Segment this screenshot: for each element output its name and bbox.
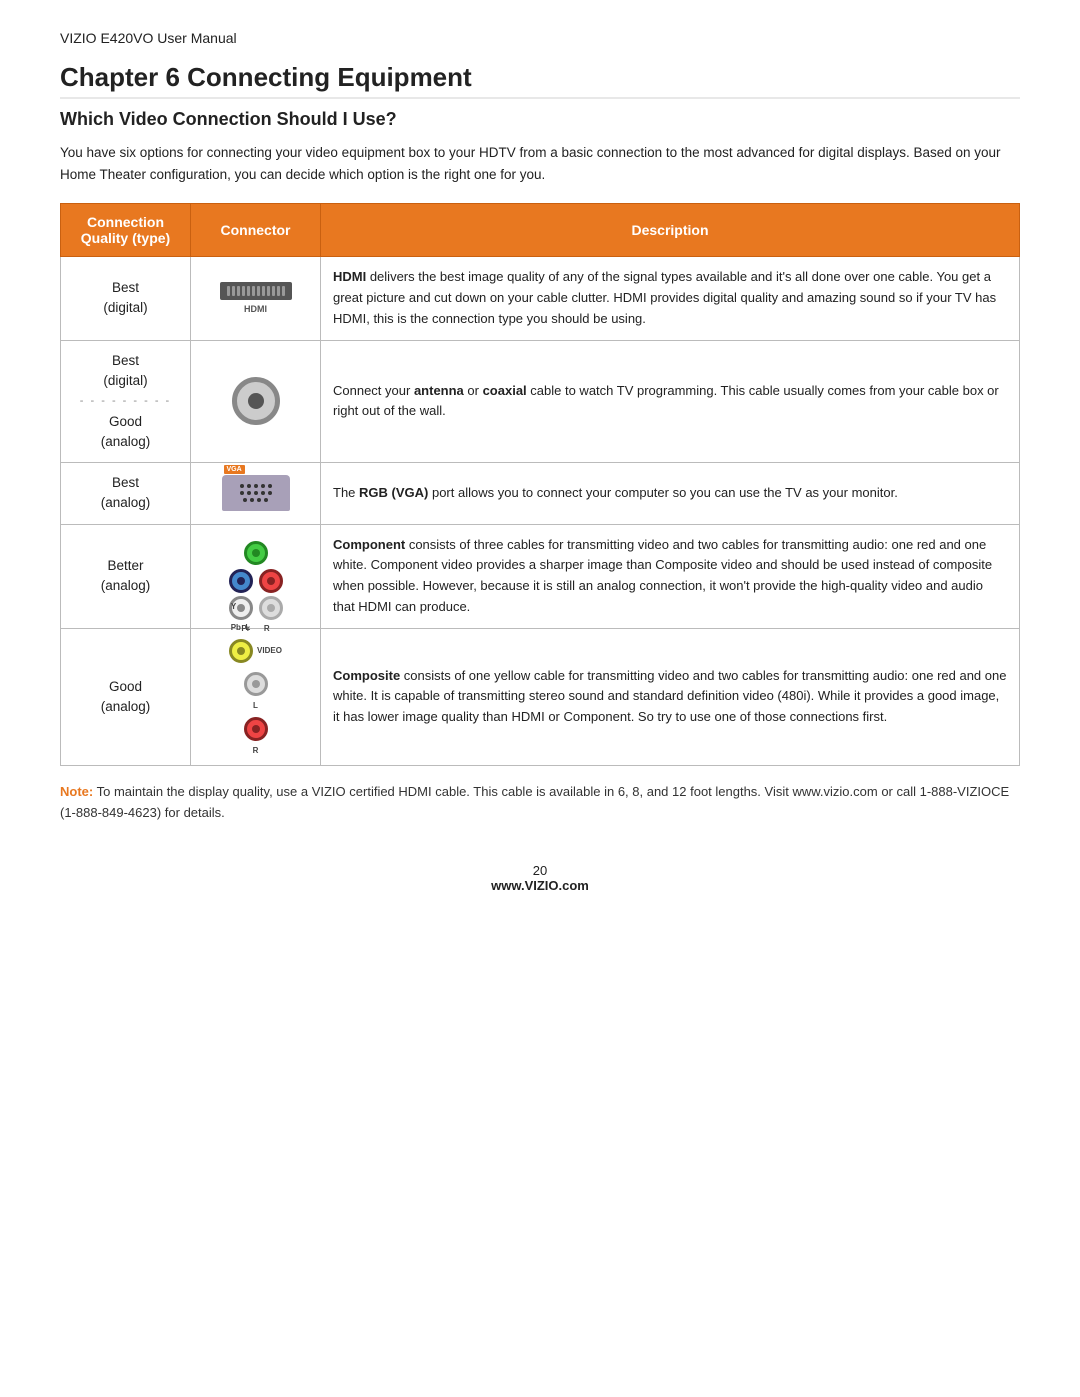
quality-composite: Good(analog) — [61, 628, 191, 765]
note: Note: To maintain the display quality, u… — [60, 782, 1020, 824]
description-hdmi: HDMI delivers the best image quality of … — [321, 257, 1020, 340]
chapter-title: Chapter 6 Connecting Equipment — [60, 62, 1020, 99]
intro-text: You have six options for connecting your… — [60, 142, 1020, 185]
description-vga: The RGB (VGA) port allows you to connect… — [321, 463, 1020, 525]
header-description: Description — [321, 204, 1020, 257]
description-composite: Composite consists of one yellow cable f… — [321, 628, 1020, 765]
connector-hdmi: HDMI — [191, 257, 321, 340]
connector-composite: VIDEO L R — [191, 628, 321, 765]
quality-vga: Best(analog) — [61, 463, 191, 525]
description-coaxial: Connect your antenna or coaxial cable to… — [321, 340, 1020, 463]
page-footer: 20 www.VIZIO.com — [60, 863, 1020, 893]
connector-component: Pr R Pb L Y — [191, 524, 321, 628]
note-label: Note: — [60, 784, 93, 799]
table-row: Good(analog) VIDEO L R — [61, 628, 1020, 765]
manual-header: VIZIO E420VO User Manual — [60, 30, 1020, 46]
quality-coaxial: Best(digital) - - - - - - - - - Good(ana… — [61, 340, 191, 463]
table-row: Better(analog) — [61, 524, 1020, 628]
page-number: 20 — [60, 863, 1020, 878]
section-title: Which Video Connection Should I Use? — [60, 109, 1020, 130]
hdmi-label: HDMI — [244, 304, 267, 314]
connector-vga: VGA — [191, 463, 321, 525]
header-quality: Connection Quality (type) — [61, 204, 191, 257]
table-row: Best(analog) VGA — [61, 463, 1020, 525]
description-component: Component consists of three cables for t… — [321, 524, 1020, 628]
connection-table: Connection Quality (type) Connector Desc… — [60, 203, 1020, 766]
header-connector: Connector — [191, 204, 321, 257]
quality-best-digital: Best(digital) — [61, 257, 191, 340]
connector-coaxial — [191, 340, 321, 463]
website: www.VIZIO.com — [60, 878, 1020, 893]
table-row: Best(digital) — [61, 257, 1020, 340]
note-body: To maintain the display quality, use a V… — [60, 784, 1009, 820]
quality-component: Better(analog) — [61, 524, 191, 628]
manual-title: VIZIO E420VO User Manual — [60, 30, 237, 46]
table-row: Best(digital) - - - - - - - - - Good(ana… — [61, 340, 1020, 463]
